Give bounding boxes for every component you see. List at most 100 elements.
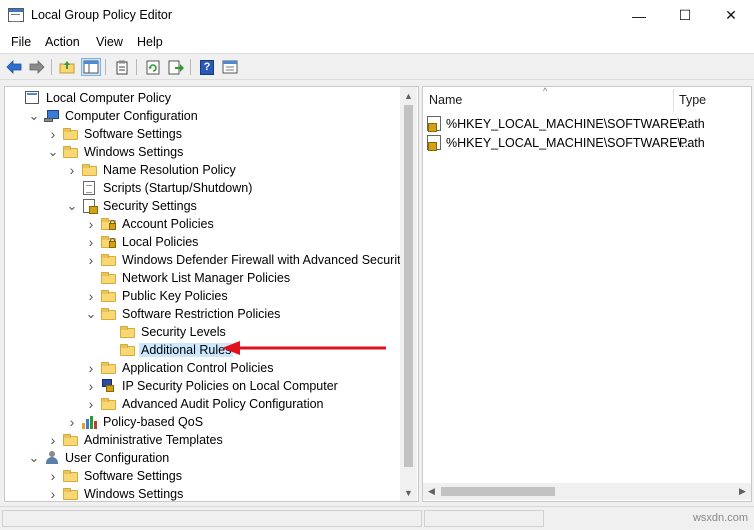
tree-node-label: Public Key Policies: [122, 289, 228, 303]
chevron-right-icon[interactable]: ›: [47, 485, 59, 501]
folder-icon: [101, 397, 117, 411]
tree-node-label: User Configuration: [65, 451, 170, 465]
column-name-label: Name: [429, 93, 463, 107]
tree-node-label: Software Restriction Policies: [122, 307, 281, 321]
rule-type: Path: [679, 136, 705, 150]
back-arrow-icon[interactable]: [4, 58, 24, 76]
tree-node[interactable]: Network List Manager Policies: [5, 269, 400, 287]
tree-node-label: Policy-based QoS: [103, 415, 204, 429]
up-folder-icon[interactable]: [57, 58, 77, 76]
chevron-down-icon[interactable]: ⌄: [28, 107, 40, 125]
tree-node[interactable]: › Windows Settings: [5, 485, 400, 501]
chevron-right-icon[interactable]: ›: [47, 467, 59, 485]
tree-node[interactable]: ⌄ Windows Settings: [5, 143, 400, 161]
tree-node-label: Software Settings: [84, 127, 182, 141]
tree-node[interactable]: › Name Resolution Policy: [5, 161, 400, 179]
chevron-down-icon[interactable]: ⌄: [28, 449, 40, 467]
chevron-right-icon[interactable]: ›: [47, 125, 59, 143]
folder-icon: [82, 163, 98, 177]
tree-node[interactable]: › Local Policies: [5, 233, 400, 251]
tree-node-label: Software Settings: [84, 469, 182, 483]
tree-node[interactable]: Scripts (Startup/Shutdown): [5, 179, 400, 197]
folder-icon: [120, 325, 136, 339]
folder-icon: [63, 145, 79, 159]
details-horizontal-scrollbar[interactable]: ◀ ▶: [423, 483, 751, 500]
chevron-right-icon[interactable]: ›: [85, 359, 97, 377]
registry-path-icon: [427, 116, 441, 132]
tree-node[interactable]: › Policy-based QoS: [5, 413, 400, 431]
tree-node-label: Security Levels: [141, 325, 226, 339]
column-header-name[interactable]: Name: [429, 87, 679, 113]
scroll-left-button[interactable]: ◀: [423, 483, 440, 500]
chevron-right-icon[interactable]: ›: [85, 251, 97, 269]
properties-icon[interactable]: [112, 58, 132, 76]
chevron-right-icon[interactable]: ›: [47, 431, 59, 449]
toolbar-separator: [105, 59, 106, 75]
chevron-right-icon[interactable]: ›: [85, 395, 97, 413]
column-divider[interactable]: [673, 89, 674, 111]
tree-node[interactable]: Local Computer Policy: [5, 89, 400, 107]
minimize-button[interactable]: —: [616, 0, 662, 31]
ip-security-icon: [101, 379, 117, 393]
menu-bar: File Action View Help: [0, 31, 754, 53]
tree-node-label: IP Security Policies on Local Computer: [122, 379, 338, 393]
scroll-down-button[interactable]: ▼: [400, 484, 417, 501]
refresh-icon[interactable]: [143, 58, 163, 76]
forward-arrow-icon[interactable]: [27, 58, 47, 76]
list-item[interactable]: %HKEY_LOCAL_MACHINE\SOFTWARE\... Path: [423, 114, 751, 133]
group-policy-app-icon: [8, 8, 24, 22]
tree-vertical-scrollbar[interactable]: ▲ ▼: [400, 87, 417, 501]
tree-node[interactable]: › Software Settings: [5, 125, 400, 143]
menu-help[interactable]: Help: [137, 35, 163, 49]
computer-icon: [44, 109, 60, 123]
watermark-text: wsxdn.com: [692, 512, 748, 524]
menu-action[interactable]: Action: [45, 35, 80, 49]
export-list-icon[interactable]: [166, 58, 186, 76]
console-tree[interactable]: Local Computer Policy ⌄ Computer Configura…: [4, 86, 419, 502]
chevron-right-icon[interactable]: ›: [85, 287, 97, 305]
tree-node[interactable]: ⌄ Computer Configuration: [5, 107, 400, 125]
chevron-down-icon[interactable]: ⌄: [66, 197, 78, 215]
view-icon[interactable]: [220, 58, 240, 76]
window-title: Local Group Policy Editor: [31, 8, 173, 22]
maximize-button[interactable]: ☐: [662, 0, 708, 31]
tree-node-label: Security Settings: [103, 199, 197, 213]
chevron-down-icon[interactable]: ⌄: [47, 143, 59, 161]
list-item[interactable]: %HKEY_LOCAL_MACHINE\SOFTWARE\... Path: [423, 133, 751, 152]
column-header-type[interactable]: Type: [679, 87, 749, 113]
tree-node-label: Computer Configuration: [65, 109, 198, 123]
tree-node[interactable]: ⌄ Security Settings: [5, 197, 400, 215]
locked-folder-icon: [101, 235, 117, 249]
show-hide-tree-icon[interactable]: [81, 58, 101, 76]
chevron-right-icon[interactable]: ›: [66, 161, 78, 179]
chevron-down-icon[interactable]: ⌄: [85, 305, 97, 323]
close-button[interactable]: ✕: [708, 0, 754, 31]
tree-node[interactable]: › Administrative Templates: [5, 431, 400, 449]
tree-node[interactable]: › Account Policies: [5, 215, 400, 233]
tree-node[interactable]: ⌄ Software Restriction Policies: [5, 305, 400, 323]
chevron-right-icon[interactable]: ›: [66, 413, 78, 431]
chevron-right-icon[interactable]: ›: [85, 215, 97, 233]
chevron-right-icon[interactable]: ›: [85, 233, 97, 251]
menu-file[interactable]: File: [11, 35, 31, 49]
chevron-right-icon[interactable]: ›: [85, 377, 97, 395]
scroll-right-button[interactable]: ▶: [734, 483, 751, 500]
tree-node[interactable]: › Advanced Audit Policy Configuration: [5, 395, 400, 413]
menu-view[interactable]: View: [96, 35, 123, 49]
tree-node[interactable]: › Windows Defender Firewall with Advanced…: [5, 251, 407, 269]
tree-node-label: Administrative Templates: [84, 433, 223, 447]
scroll-up-button[interactable]: ▲: [400, 87, 417, 104]
help-icon[interactable]: ?: [197, 58, 217, 76]
security-settings-icon: [82, 199, 98, 214]
tree-node[interactable]: › Application Control Policies: [5, 359, 400, 377]
horizontal-scroll-thumb[interactable]: [441, 487, 555, 496]
tree-node[interactable]: › IP Security Policies on Local Computer: [5, 377, 400, 395]
scroll-thumb[interactable]: [404, 105, 413, 467]
tree-node[interactable]: ⌄ User Configuration: [5, 449, 400, 467]
folder-icon: [101, 271, 117, 285]
tree-node[interactable]: › Software Settings: [5, 467, 400, 485]
status-bar: wsxdn.com: [0, 506, 754, 530]
toolbar: ?: [0, 53, 754, 80]
tree-node[interactable]: › Public Key Policies: [5, 287, 400, 305]
tree-node-label: Name Resolution Policy: [103, 163, 236, 177]
